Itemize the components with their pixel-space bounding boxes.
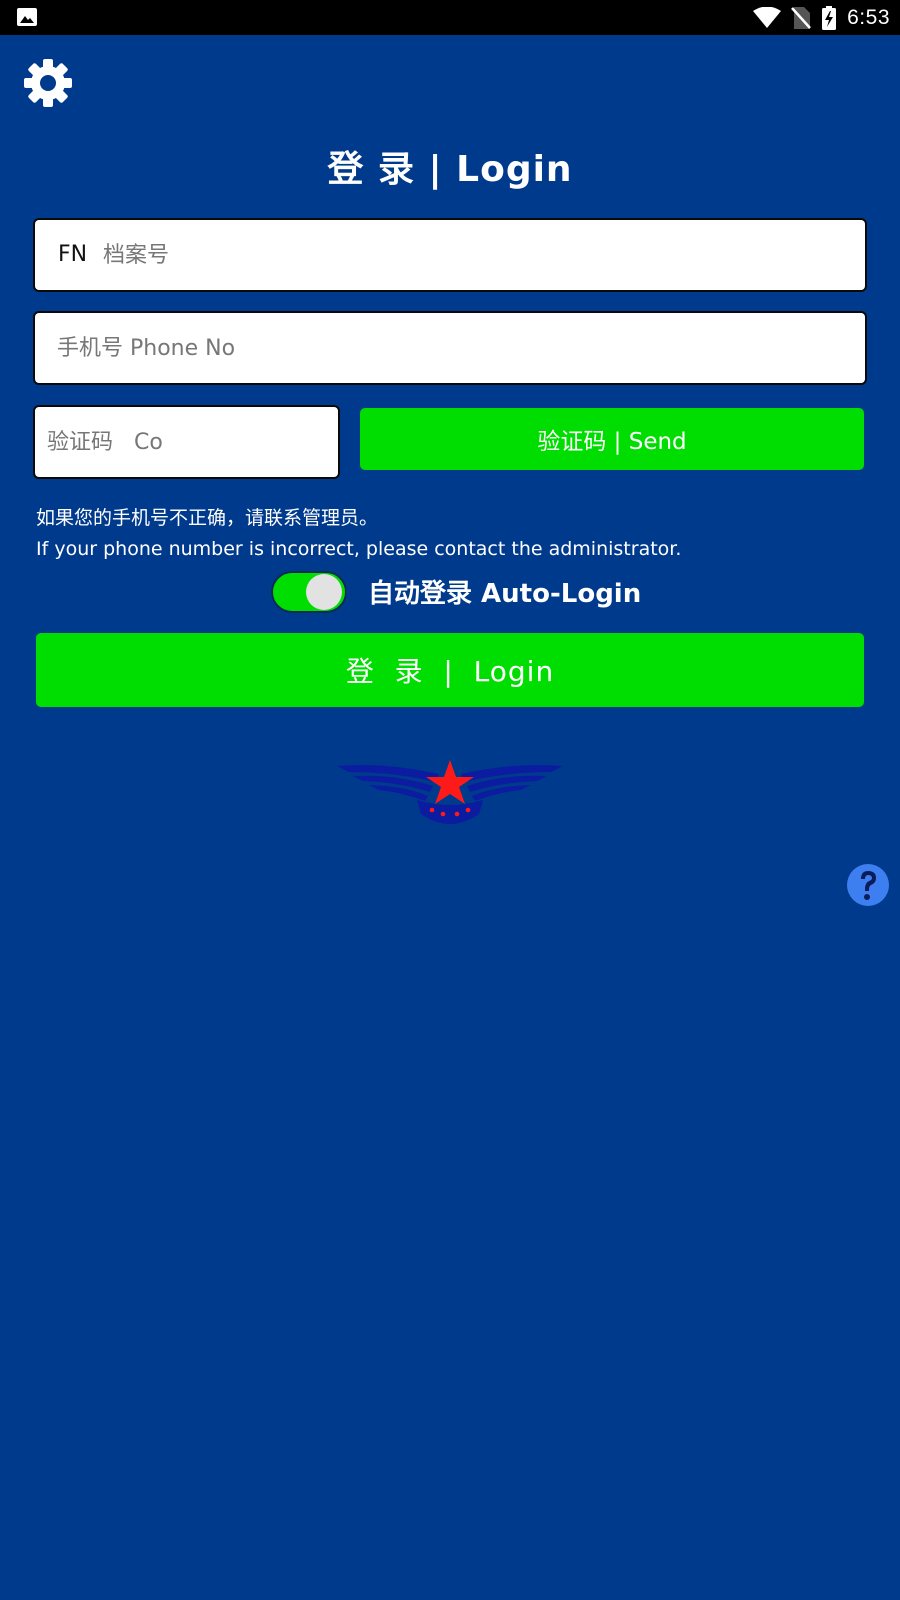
toggle-knob bbox=[306, 574, 342, 610]
no-sim-icon bbox=[791, 6, 812, 29]
fn-field[interactable]: FN bbox=[33, 218, 867, 292]
battery-charging-icon bbox=[822, 5, 837, 30]
notice-text: 如果您的手机号不正确，请联系管理员。 If your phone number … bbox=[36, 503, 866, 565]
phone-field[interactable] bbox=[33, 311, 867, 385]
fn-input[interactable] bbox=[35, 220, 865, 290]
question-icon[interactable] bbox=[847, 864, 889, 906]
status-icons: 6:53 bbox=[753, 0, 890, 35]
login-button[interactable]: 登 录 | Login bbox=[36, 633, 864, 707]
fn-prefix: FN bbox=[58, 242, 88, 267]
status-time: 6:53 bbox=[847, 5, 890, 29]
gear-icon[interactable] bbox=[22, 57, 74, 109]
auto-login-toggle[interactable] bbox=[271, 571, 347, 613]
auto-login-label: 自动登录 Auto-Login bbox=[368, 579, 642, 609]
wifi-icon bbox=[753, 6, 782, 28]
send-code-button[interactable]: 验证码 | Send bbox=[360, 408, 864, 470]
gallery-icon bbox=[17, 8, 37, 26]
code-field[interactable] bbox=[33, 405, 340, 479]
page-title: 登 录 | Login bbox=[327, 149, 573, 190]
notice-line-zh: 如果您的手机号不正确，请联系管理员。 bbox=[36, 507, 379, 529]
winged-star-logo bbox=[337, 760, 563, 824]
phone-input[interactable] bbox=[35, 313, 865, 383]
notice-line-en: If your phone number is incorrect, pleas… bbox=[36, 538, 682, 560]
status-bar: 6:53 bbox=[0, 0, 900, 35]
verification-code-input[interactable] bbox=[35, 407, 338, 477]
